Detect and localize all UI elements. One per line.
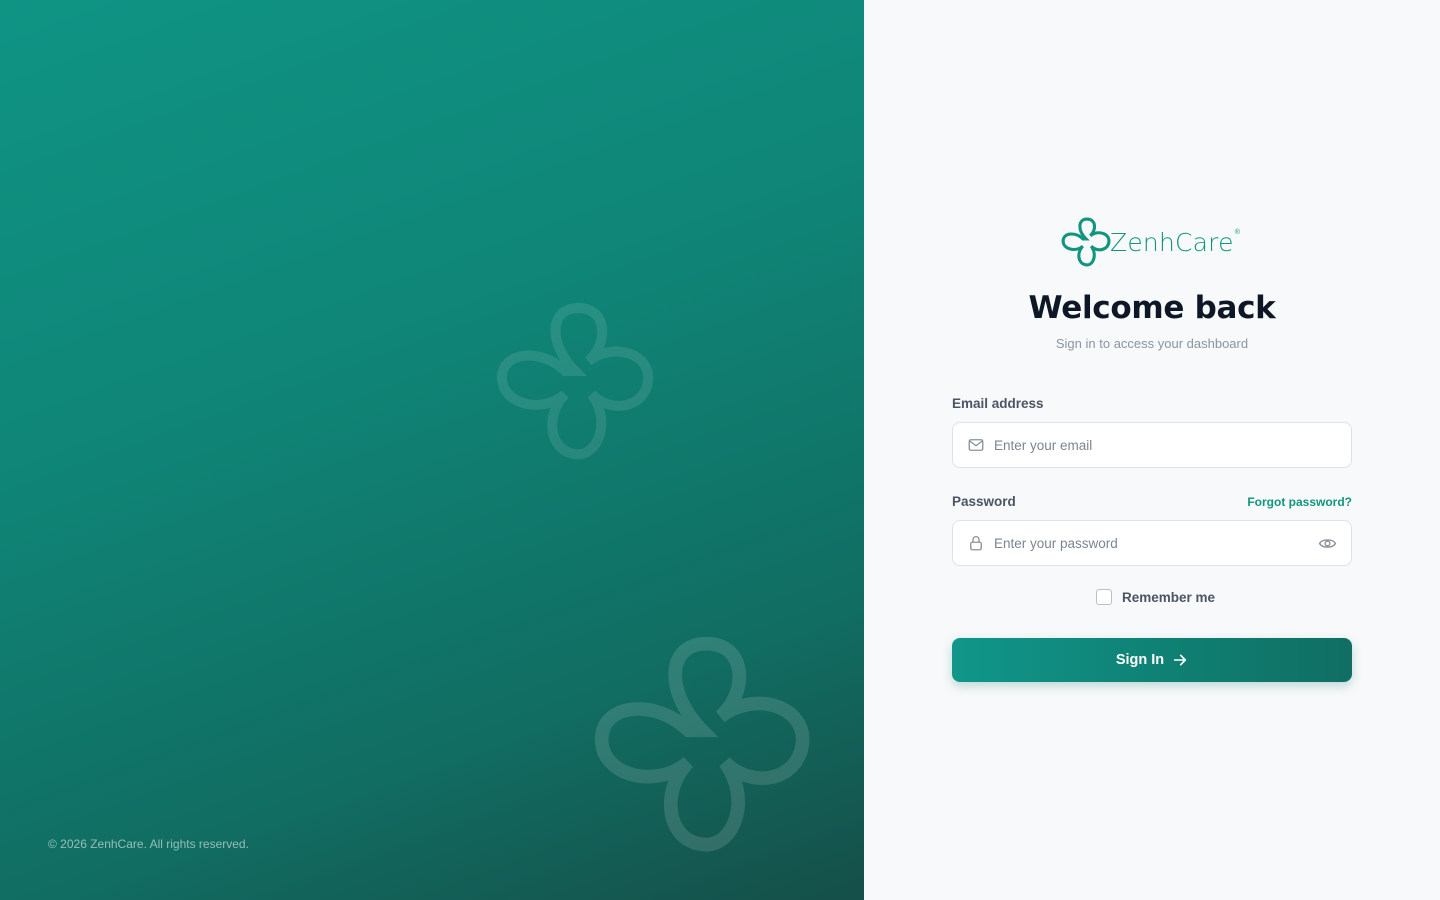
brand-logo: ZenhCare ®	[1060, 216, 1250, 268]
password-input[interactable]	[994, 521, 1318, 565]
remember-me[interactable]: Remember me	[1096, 589, 1215, 605]
sign-in-button[interactable]: Sign In	[952, 638, 1352, 682]
trademark-symbol: ®	[1234, 228, 1240, 236]
remember-me-checkbox[interactable]	[1096, 589, 1112, 605]
clover-logo-icon	[594, 636, 810, 852]
password-field	[952, 520, 1352, 566]
brand-panel: © 2026 ZenhCare. All rights reserved.	[0, 0, 864, 900]
clover-logo-icon	[496, 302, 654, 460]
brand-name: ZenhCare	[1110, 227, 1234, 257]
email-input[interactable]	[994, 423, 1351, 467]
sign-in-label: Sign In	[1115, 652, 1165, 668]
eye-icon[interactable]	[1318, 534, 1337, 553]
email-field	[952, 422, 1352, 468]
password-label: Password	[952, 494, 1016, 509]
lock-icon	[970, 536, 982, 551]
login-panel: ZenhCare ® Welcome back Sign in to acces…	[864, 0, 1440, 900]
arrow-right-icon	[1174, 654, 1187, 666]
email-label: Email address	[952, 396, 1044, 411]
clover-logo-icon	[1061, 217, 1111, 267]
forgot-password-link[interactable]: Forgot password?	[1247, 495, 1352, 509]
remember-me-label: Remember me	[1122, 589, 1216, 605]
page-subtitle: Sign in to access your dashboard	[1055, 336, 1249, 351]
page-title: Welcome back	[1028, 290, 1276, 326]
copyright-text: © 2026 ZenhCare. All rights reserved.	[48, 837, 249, 851]
mail-icon	[968, 439, 984, 451]
